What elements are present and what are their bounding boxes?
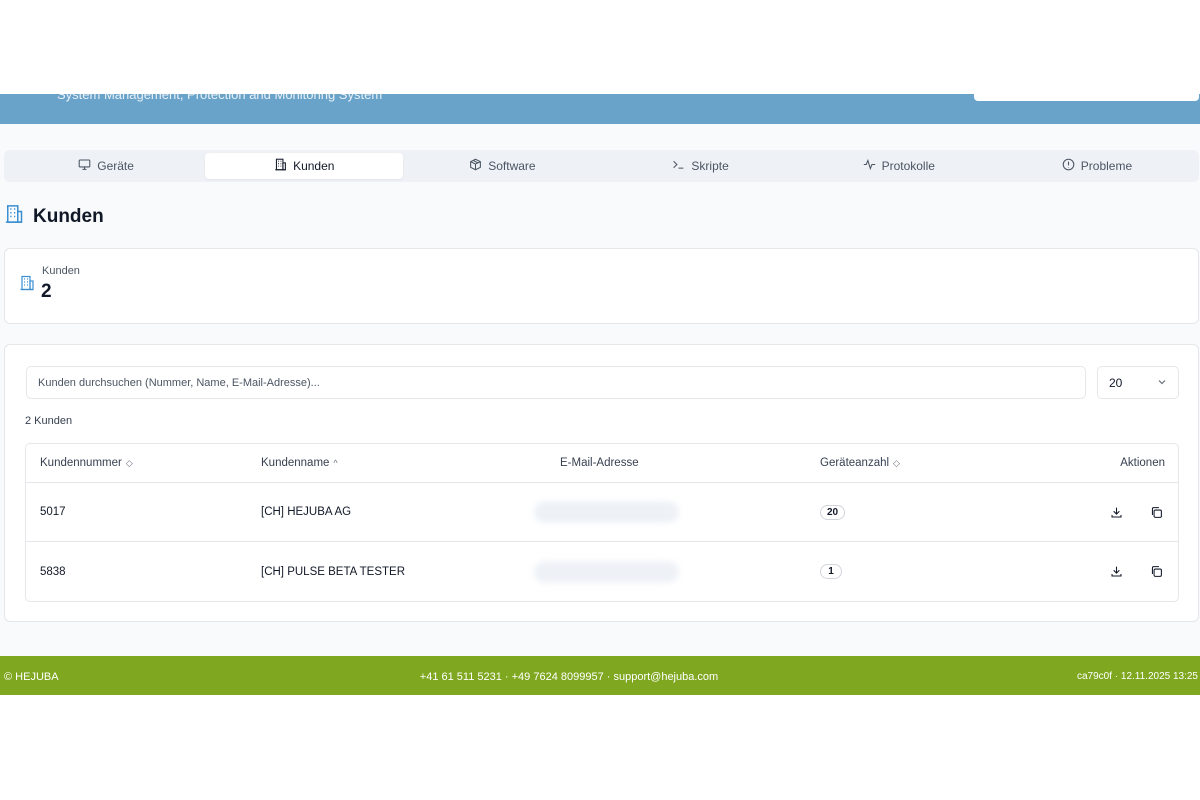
tab-protokolle[interactable]: Protokolle xyxy=(800,153,998,179)
customer-count-card: Kunden 2 xyxy=(4,248,1199,324)
search-input[interactable] xyxy=(26,366,1086,399)
table-row[interactable]: 5838 [CH] PULSE BETA TESTER 1 xyxy=(26,542,1178,601)
tab-label: Software xyxy=(488,159,536,173)
tab-label: Skripte xyxy=(691,159,729,173)
chevron-down-icon xyxy=(1157,376,1167,390)
device-count-badge: 1 xyxy=(820,564,842,579)
tab-probleme[interactable]: Probleme xyxy=(998,153,1196,179)
building-icon xyxy=(4,204,24,229)
table-header: Kundennummer ◇ Kundenname ^ E-Mail-Adresse… xyxy=(26,444,1178,483)
page-heading: Kunden xyxy=(4,204,104,229)
download-icon[interactable] xyxy=(1107,563,1125,581)
copy-icon[interactable] xyxy=(1147,503,1165,521)
footer-build-info: ca79c0f · 12.11.2025 13:25 xyxy=(1076,671,1198,682)
customer-list-card: 20 2 Kunden Kundennummer◇ Kundenname^ E-… xyxy=(4,344,1199,622)
alert-circle-icon xyxy=(1062,158,1075,174)
main-content: Geräte Kunden Software Skripte Protokoll… xyxy=(0,124,1200,656)
cell-name: [CH] PULSE BETA TESTER xyxy=(261,565,406,578)
stat-label: Kunden xyxy=(42,265,80,277)
sort-asc-icon: ^ xyxy=(333,458,338,468)
sort-icon: ◇ xyxy=(125,457,133,468)
tab-kunden[interactable]: Kunden xyxy=(205,153,404,179)
page-size-value: 20 xyxy=(1109,375,1123,390)
column-label: Kundenname xyxy=(261,457,330,469)
redacted-email xyxy=(534,501,679,523)
column-header-name[interactable]: Kundenname ^ xyxy=(261,457,338,469)
terminal-icon xyxy=(672,158,685,174)
header-user-box[interactable] xyxy=(974,94,1199,101)
footer: © HEJUBA +41 61 511 5231 · +49 7624 8099… xyxy=(0,656,1200,695)
table-row[interactable]: 5017 [CH] HEJUBA AG 20 xyxy=(26,483,1178,542)
activity-icon xyxy=(863,158,876,174)
tab-label: Protokolle xyxy=(881,159,935,173)
cell-email xyxy=(534,483,806,541)
column-header-devices[interactable]: Geräteanzahl ◇ xyxy=(820,457,900,469)
customer-table: Kundennummer ◇ Kundenname ^ E-Mail-Adresse… xyxy=(25,443,1179,602)
cell-name: [CH] HEJUBA AG xyxy=(261,506,352,518)
tab-skripte[interactable]: Skripte xyxy=(602,153,800,179)
tab-bar: Geräte Kunden Software Skripte Protokoll… xyxy=(4,150,1199,182)
download-icon[interactable] xyxy=(1107,503,1125,521)
monitor-icon xyxy=(78,158,91,174)
building-icon xyxy=(19,275,35,291)
column-header-actions: Aktionen xyxy=(1120,457,1165,469)
package-icon xyxy=(469,158,482,174)
copy-icon[interactable] xyxy=(1147,563,1165,581)
column-header-number[interactable]: Kundennummer ◇ xyxy=(40,457,133,469)
page: System Management, Protection and Monito… xyxy=(0,0,1200,800)
column-label: Geräteanzahl xyxy=(820,457,890,469)
page-size-select[interactable]: 20 xyxy=(1097,366,1179,399)
cell-number: 5838 xyxy=(40,565,66,578)
result-count: 2 Kunden xyxy=(25,415,73,427)
footer-contact: +41 61 511 5231 · +49 7624 8099957 · sup… xyxy=(419,671,719,683)
building-icon xyxy=(274,158,287,174)
sort-icon: ◇ xyxy=(893,457,900,468)
column-header-email: E-Mail-Adresse xyxy=(560,457,639,469)
cell-number: 5017 xyxy=(40,506,66,518)
page-title: Kunden xyxy=(33,205,104,227)
redacted-email xyxy=(534,560,679,583)
stat-value: 2 xyxy=(41,281,52,302)
column-label: Kundennummer xyxy=(40,457,122,469)
header-subtitle: System Management, Protection and Monito… xyxy=(57,94,383,102)
tab-geraete[interactable]: Geräte xyxy=(7,153,205,179)
tab-label: Kunden xyxy=(293,159,335,173)
tab-software[interactable]: Software xyxy=(403,153,601,179)
tab-label: Probleme xyxy=(1080,159,1133,173)
cell-email xyxy=(534,542,806,601)
header-banner: System Management, Protection and Monito… xyxy=(0,94,1200,124)
device-count-badge: 20 xyxy=(820,504,846,520)
tab-label: Geräte xyxy=(97,159,134,173)
